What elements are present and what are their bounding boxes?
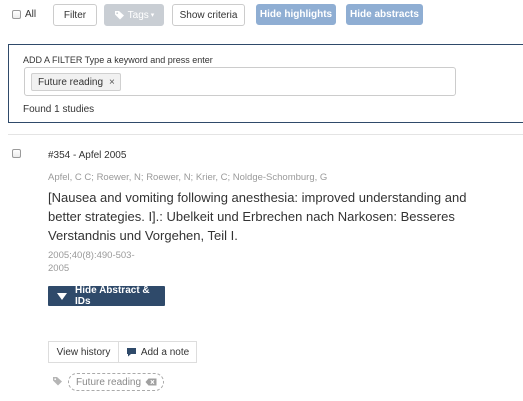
study-checkbox[interactable] — [12, 149, 21, 158]
show-criteria-label: Show criteria — [179, 9, 238, 21]
caret-down-icon — [57, 292, 67, 300]
view-history-label: View history — [56, 346, 111, 358]
study-tag-label: Future reading — [76, 376, 142, 388]
hide-abstract-button[interactable]: Hide Abstract & IDs — [48, 285, 165, 307]
tag-icon — [53, 377, 62, 386]
hide-highlights-label: Hide highlights — [259, 9, 333, 20]
select-all-checkbox[interactable] — [12, 10, 21, 19]
study-title: [Nausea and vomiting following anesthesi… — [48, 190, 467, 243]
select-all-label: All — [25, 9, 37, 20]
divider — [8, 134, 523, 135]
add-note-label: Add a note — [140, 346, 190, 358]
tag-icon — [114, 11, 124, 20]
add-note-button[interactable]: Add a note — [118, 341, 197, 363]
filter-input[interactable]: Future reading × — [24, 67, 456, 96]
filter-button-label: Filter — [63, 9, 87, 21]
hide-abstract-label: Hide Abstract & IDs — [75, 285, 150, 307]
hide-abstracts-button[interactable]: Hide abstracts — [346, 4, 423, 25]
remove-filter-icon[interactable]: × — [109, 77, 115, 88]
found-count: Found 1 studies — [23, 104, 95, 115]
tags-dropdown-button[interactable]: Tags ▾ — [104, 4, 164, 26]
comment-icon — [126, 348, 136, 357]
backspace-icon[interactable] — [145, 378, 157, 386]
caret-down-icon: ▾ — [150, 12, 155, 19]
study-citation: 2005;40(8):490-503-2005 — [48, 250, 135, 274]
filter-chip-future-reading: Future reading × — [31, 73, 121, 91]
tags-button-label: Tags — [127, 9, 149, 21]
study-id: #354 - Apfel 2005 — [48, 150, 127, 161]
view-history-button[interactable]: View history — [48, 341, 119, 363]
hide-abstracts-label: Hide abstracts — [350, 9, 419, 20]
filter-panel-title: ADD A FILTER Type a keyword and press en… — [23, 55, 213, 65]
study-authors: Apfel, C C; Roewer, N; Roewer, N; Krier,… — [48, 172, 328, 183]
filter-button[interactable]: Filter — [53, 4, 97, 26]
study-tag-future-reading[interactable]: Future reading — [68, 373, 165, 391]
hide-highlights-button[interactable]: Hide highlights — [256, 4, 336, 25]
filter-chip-label: Future reading — [38, 76, 104, 88]
show-criteria-button[interactable]: Show criteria — [172, 4, 245, 26]
